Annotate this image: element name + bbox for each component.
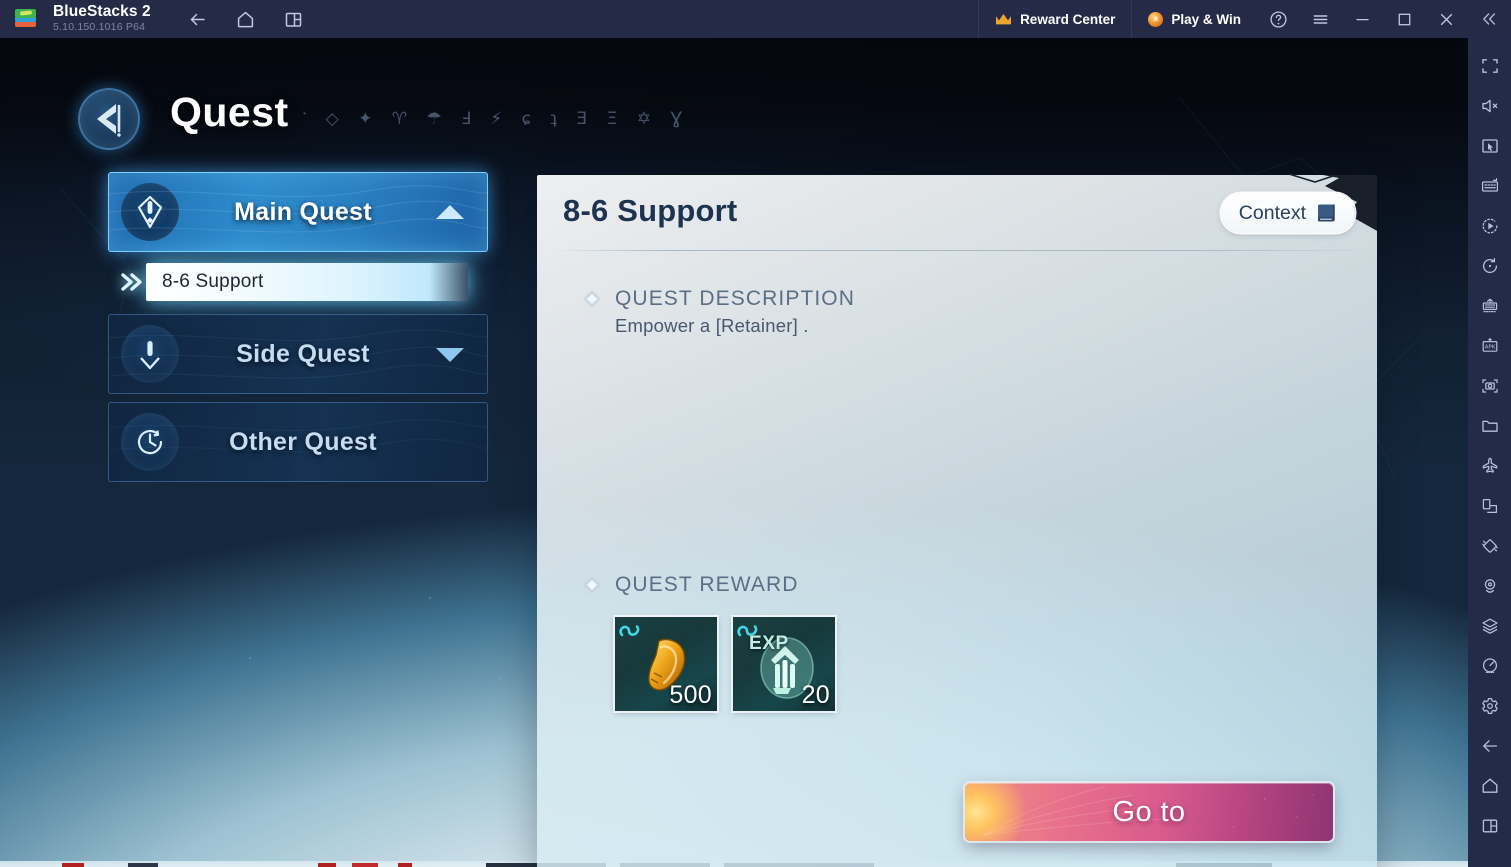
selected-arrow-icon [116,271,146,293]
fullscreen-icon[interactable] [1468,46,1511,86]
page-title: Quest ་ ◇ ✦ ♈ ☂ Ⅎ ⚡ ɕ ʇ Ǝ Ξ ✡ Ɣ [170,89,689,149]
minimize-icon[interactable] [1341,0,1383,38]
reward-item-exp[interactable]: EXP 20 [733,617,835,711]
context-button[interactable]: Context [1220,193,1355,233]
quest-category-side[interactable]: Side Quest [108,314,488,394]
bluestacks-window: BlueStacks 2 5.10.150.1016 P64 Reward Ce… [0,0,1511,867]
crown-icon [995,13,1012,26]
close-icon[interactable] [1425,0,1467,38]
quest-emblem-icon[interactable] [72,82,146,156]
description-heading: QUEST DESCRIPTION [615,287,856,310]
exp-label: EXP [749,633,789,654]
back-icon[interactable] [187,8,209,30]
chevron-down-icon[interactable] [433,344,467,364]
quest-reward-section: QUEST REWARD 500 EXP 20 [537,573,1377,711]
quest-emblem-glyph-icon [97,104,121,137]
quest-title-text: Quest [170,89,289,135]
app-title: BlueStacks 2 [53,3,151,20]
main-quest-icon [121,183,179,241]
quest-category-label: Main Quest [234,197,372,226]
quest-description-section: QUEST DESCRIPTION Empower a [Retainer] . [537,287,1377,337]
side-quest-icon [121,325,179,383]
play-win-badge-icon [1148,11,1164,27]
quest-header: Quest ་ ◇ ✦ ♈ ☂ Ⅎ ⚡ ɕ ʇ Ǝ Ξ ✡ Ɣ [72,82,689,156]
quest-category-label: Side Quest [236,339,370,368]
android-recents-icon[interactable] [1468,806,1511,846]
settings-gear-icon[interactable] [1468,686,1511,726]
panel-divider [559,250,1355,251]
decorative-runes: ་ ◇ ✦ ♈ ☂ Ⅎ ⚡ ɕ ʇ Ǝ Ξ ✡ Ɣ [302,109,690,129]
macro-recorder-icon[interactable] [1468,206,1511,246]
media-folder-icon[interactable] [1468,406,1511,446]
selected-quest-chip[interactable]: 8-6 Support [146,263,468,301]
reward-item-list: 500 EXP 20 [537,617,1377,711]
titlebar-nav [187,8,305,30]
panel-header: 8-6 Support Context [537,175,1377,251]
other-quest-icon [121,413,179,471]
android-home-icon[interactable] [1468,766,1511,806]
play-and-win-label: Play & Win [1171,11,1241,27]
chevron-up-icon[interactable] [433,202,467,222]
quest-item-8-6-support[interactable]: 8-6 Support [116,260,468,304]
reward-heading: QUEST REWARD [615,573,799,596]
go-to-button[interactable]: Go to [965,783,1333,841]
multi-instance-sync-icon[interactable] [1468,286,1511,326]
book-icon [1315,202,1337,224]
titlebar-actions: Reward Center Play & Win [978,0,1511,38]
reward-count: 20 [801,681,830,709]
android-back-icon[interactable] [1468,726,1511,766]
keymapping-icon[interactable] [1468,166,1511,206]
title-bar: BlueStacks 2 5.10.150.1016 P64 Reward Ce… [0,0,1511,38]
section-heading: QUEST REWARD [537,573,1377,597]
quest-category-label: Other Quest [229,427,377,456]
reward-count: 500 [669,681,712,709]
svg-text:APK: APK [1484,345,1495,351]
go-to-label: Go to [1112,795,1186,828]
app-identity: BlueStacks 2 5.10.150.1016 P64 [53,4,151,34]
diamond-bullet-icon [581,574,603,596]
maximize-icon[interactable] [1383,0,1425,38]
help-icon[interactable] [1257,0,1299,38]
multi-instance-icon[interactable] [283,8,305,30]
airplane-mode-icon[interactable] [1468,446,1511,486]
performance-icon[interactable] [1468,646,1511,686]
location-icon[interactable] [1468,566,1511,606]
app-version: 5.10.150.1016 P64 [53,21,146,33]
mute-icon[interactable] [1468,86,1511,126]
game-viewport: Quest ་ ◇ ✦ ♈ ☂ Ⅎ ⚡ ɕ ʇ Ǝ Ξ ✡ Ɣ Main Que… [0,38,1468,867]
quest-category-list: Main Quest 8-6 Support Side Quest Other … [108,172,488,490]
home-icon[interactable] [235,8,257,30]
selected-quest-label: 8-6 Support [162,271,264,292]
shake-icon[interactable] [1468,526,1511,566]
quest-category-other[interactable]: Other Quest [108,402,488,482]
play-and-win-button[interactable]: Play & Win [1131,0,1257,38]
diamond-bullet-icon [581,288,603,310]
reward-center-button[interactable]: Reward Center [978,0,1131,38]
layers-icon[interactable] [1468,606,1511,646]
resize-window-icon[interactable] [1468,486,1511,526]
quest-detail-panel: 8-6 Support Context QUEST DESCRIPTION Em… [537,172,1379,867]
description-body: Empower a [Retainer] . [537,315,1377,337]
quest-category-main[interactable]: Main Quest [108,172,488,252]
description-text: Empower a [Retainer] . [615,315,809,336]
section-heading: QUEST DESCRIPTION [537,287,1377,311]
menu-icon[interactable] [1299,0,1341,38]
bluestacks-sidebar-toolbar: APK [1468,38,1511,867]
context-label: Context [1238,201,1306,224]
bluestacks-logo-icon [13,6,39,32]
collapse-sidebar-icon[interactable] [1467,0,1511,38]
panel-title: 8-6 Support [563,193,738,228]
cursor-icon[interactable] [1468,126,1511,166]
rotate-icon[interactable] [1468,246,1511,286]
reward-item-fang[interactable]: 500 [615,617,717,711]
screenshot-icon[interactable] [1468,366,1511,406]
install-apk-icon[interactable]: APK [1468,326,1511,366]
reward-center-label: Reward Center [1020,11,1116,27]
